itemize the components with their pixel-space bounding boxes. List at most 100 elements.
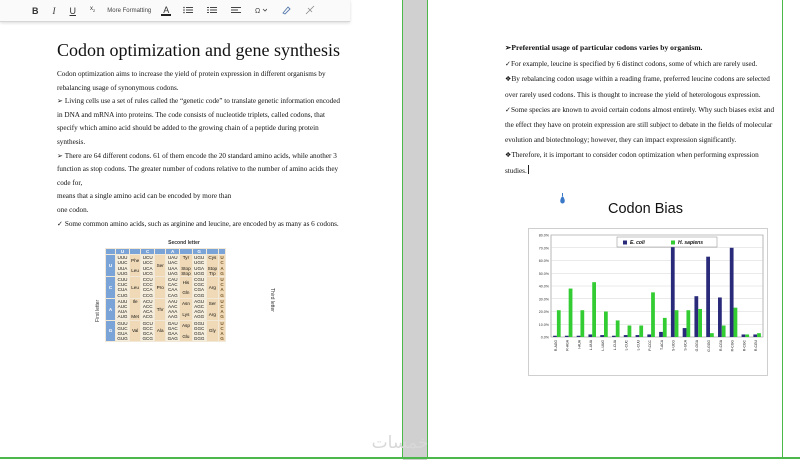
page-gutter	[403, 0, 427, 460]
left-page: B I U x2 More Formatting A Ω Codon optim…	[0, 0, 403, 458]
codon-cell: UUU UUC UUA UUG	[115, 254, 130, 278]
amino-acid-cell: Leu	[128, 276, 142, 299]
bar	[639, 325, 644, 337]
x-tick-label: S-UCA	[683, 339, 687, 350]
codon-cell: AUU AUC AUA AUG	[115, 297, 130, 321]
special-char-icon[interactable]: Ω	[253, 6, 269, 16]
paragraph: ✓For example, leucine is specified by 6 …	[505, 60, 758, 69]
codon-cell: UGU UGC UGA UGG	[191, 254, 207, 278]
paragraph[interactable]: ❖Therefore, it is important to consider …	[505, 148, 780, 178]
svg-text:Ω: Ω	[255, 8, 260, 14]
x-tick-label: S-UCG	[672, 340, 676, 351]
legend-label: H. sapiens	[678, 240, 703, 246]
bar	[600, 335, 604, 337]
legend-label: E. coli	[630, 240, 645, 246]
underline-button[interactable]: U	[68, 6, 79, 16]
bar	[568, 288, 573, 337]
y-tick-label: 70.0%	[539, 246, 550, 250]
y-tick-label: 0.0%	[541, 336, 550, 340]
bar	[651, 292, 655, 337]
paragraph: Codon optimization aims to increase the …	[57, 70, 326, 92]
text-drag-handle-icon[interactable]	[559, 193, 566, 204]
codon-cell: UAU UAC UAA UAG	[165, 254, 181, 278]
bold-button[interactable]: B	[30, 6, 41, 16]
amino-acid-cell: Pro	[154, 276, 167, 299]
paragraph: ✓Some species are known to avoid certain…	[505, 105, 775, 145]
amino-acid-cell: Asn Lys	[179, 297, 193, 321]
y-tick-label: 40.0%	[539, 285, 550, 289]
font-color-button[interactable]: A	[161, 5, 172, 16]
chart-canvas: 0.0% 10.0% 20.0% 30.0% 40.0% 50.0% 60.0% 70.0% 8…	[539, 234, 764, 352]
x-tick-label: R-CGG	[731, 340, 735, 352]
bar	[592, 282, 596, 337]
x-tick-label: R-AGA	[566, 339, 570, 350]
y-tick-label: 10.0%	[539, 323, 550, 327]
codon-table-image: Second letter First letter Third letter …	[95, 240, 275, 364]
bar	[741, 334, 746, 337]
bar	[576, 335, 581, 337]
amino-acid-cell: Ile Met	[128, 297, 142, 321]
bar	[659, 331, 663, 337]
amino-acid-cell: Phe Leu	[128, 254, 142, 278]
bar	[580, 310, 585, 337]
y-tick-label: 60.0%	[539, 259, 550, 263]
text-cursor	[527, 164, 529, 174]
bullet-list-icon[interactable]	[181, 6, 195, 16]
bar	[698, 308, 702, 337]
codon-cell: GAU GAC GAA GAG	[165, 319, 181, 343]
x-tick-label: G-GGA	[695, 339, 699, 351]
x-tick-label: L-CUA	[613, 339, 617, 350]
left-body-text: Codon optimization aims to increase the …	[57, 68, 345, 231]
bar	[710, 333, 714, 337]
codon-cell: UCU UCC UCA UCG	[140, 254, 156, 278]
x-tick-label: L-CUU	[636, 339, 640, 350]
italic-button[interactable]: I	[51, 6, 58, 16]
codon-table-row: C CUU CUC CUA CUG Leu CCU CCC CCA CCG Pro CAU…	[105, 276, 227, 299]
codon-table-row: G GUU GUC GUA GUG Val GCU GCC GCA GCG Ala GAU…	[105, 319, 227, 343]
more-formatting-button[interactable]: More Formatting	[107, 8, 151, 14]
amino-acid-cell: Tyr Stop Stop	[179, 254, 193, 278]
codon-cell: GCU GCC GCA GCG	[140, 319, 156, 343]
codon-cell: CCU CCC CCA CCG	[140, 276, 156, 299]
x-tick-label: L-CUC	[625, 339, 629, 350]
bar	[745, 334, 750, 337]
first-letter-label: First letter	[95, 299, 101, 322]
bar	[729, 247, 734, 337]
bar	[635, 335, 640, 337]
bar	[612, 335, 616, 337]
codon-cell: GGU GGC GGA GGG	[191, 319, 207, 343]
paragraph: ❖By rebalancing codon usage within a rea…	[505, 75, 770, 99]
first-letter-cell: C	[105, 276, 116, 299]
clear-format-icon[interactable]	[303, 5, 317, 17]
section-heading: ➢Preferential usage of particular codons…	[505, 43, 703, 52]
bar	[686, 310, 691, 337]
bar	[556, 310, 561, 337]
amino-acid-cell: Ser	[154, 254, 167, 278]
watermark-logo: خمسات	[372, 433, 429, 453]
subscript-button[interactable]: x2	[88, 4, 97, 16]
page-title: Codon optimization and gene synthesis	[57, 40, 340, 60]
highlight-pen-icon[interactable]	[279, 5, 293, 17]
numbered-list-icon[interactable]	[205, 6, 219, 16]
amino-acid-cell: Cys Stop Trp	[205, 254, 220, 278]
paragraph-text: ❖Therefore, it is important to consider …	[505, 151, 759, 175]
x-tick-label: T-ACA	[660, 339, 664, 350]
bar	[627, 325, 632, 337]
x-tick-label: R-CGA	[719, 339, 723, 351]
bar	[564, 335, 569, 337]
bar	[694, 296, 699, 337]
first-letter-cell: G	[105, 319, 116, 343]
formatting-toolbar: B I U x2 More Formatting A Ω	[0, 0, 350, 22]
codon-cell: CGU CGC CGA CGG	[191, 276, 207, 299]
bar	[674, 310, 679, 337]
bar	[757, 333, 761, 337]
x-tick-label: I-AUA	[577, 339, 581, 349]
codon-cell: CAU CAC CAA CAG	[165, 276, 181, 299]
bar	[647, 334, 652, 337]
legend-swatch	[623, 240, 627, 245]
paragraph: one codon.	[57, 205, 89, 214]
amino-acid-cell: His Gln	[179, 276, 193, 299]
align-icon[interactable]	[229, 6, 243, 16]
x-tick-label: R-AGG	[554, 340, 558, 351]
third-letter-cell: U C A G	[218, 297, 227, 321]
